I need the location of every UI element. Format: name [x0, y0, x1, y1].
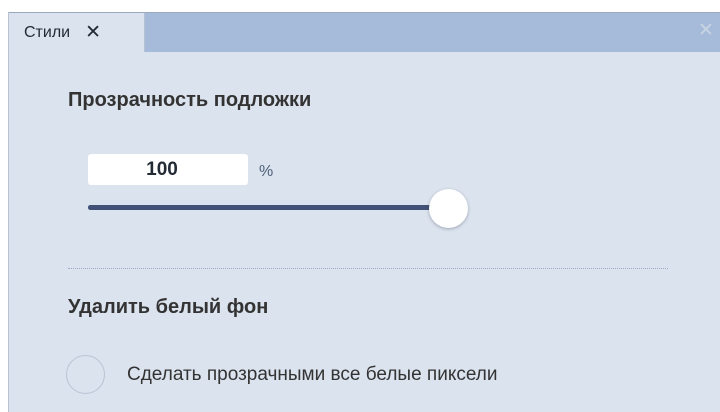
tab-styles-label: Стили	[24, 23, 71, 41]
styles-panel: Стили ✕ ✕ Прозрачность подложки % Удалит…	[0, 0, 720, 412]
tab-close-icon[interactable]: ✕	[85, 23, 101, 42]
opacity-slider-thumb[interactable]	[429, 189, 468, 228]
make-white-transparent-radio[interactable]	[66, 355, 105, 394]
section-divider	[68, 268, 668, 269]
make-white-transparent-label: Сделать прозрачными все белые пиксели	[127, 363, 498, 385]
opacity-slider[interactable]	[88, 205, 450, 210]
opacity-unit: %	[259, 163, 274, 180]
window-left-edge	[0, 12, 9, 412]
white-bg-heading: Удалить белый фон	[68, 296, 269, 318]
panel-close-icon[interactable]: ✕	[698, 21, 714, 40]
window-top-edge	[0, 0, 720, 12]
opacity-input[interactable]	[88, 154, 248, 185]
transparency-heading: Прозрачность подложки	[68, 89, 312, 111]
opacity-slider-fill	[88, 205, 450, 210]
make-white-transparent-option[interactable]: Сделать прозрачными все белые пиксели	[66, 355, 497, 394]
tab-styles[interactable]: Стили ✕	[9, 13, 145, 52]
